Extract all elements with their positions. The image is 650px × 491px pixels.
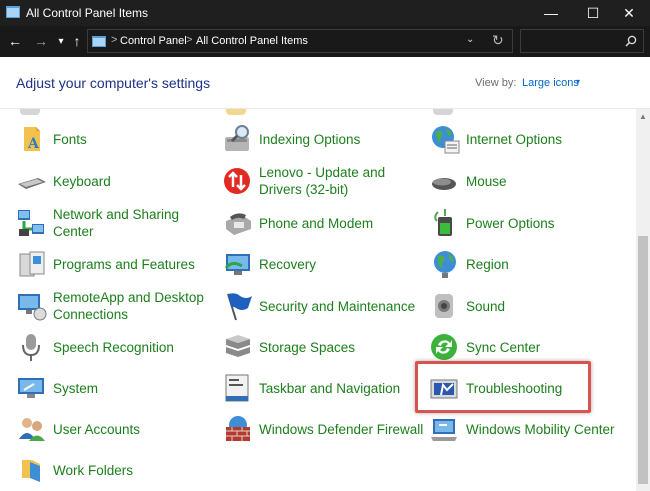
item-label: Mouse	[466, 173, 507, 189]
item-label: Recovery	[259, 256, 317, 272]
firewall-icon	[226, 416, 250, 441]
users-icon	[19, 418, 45, 441]
phone-icon	[226, 213, 251, 235]
item-label: RemoteApp and Desktop Connections	[53, 290, 204, 322]
svg-text:A: A	[27, 136, 40, 152]
close-button[interactable]: ✕	[608, 0, 650, 26]
storage-icon	[226, 335, 250, 357]
search-icon[interactable]	[625, 35, 637, 47]
search-input[interactable]	[525, 33, 621, 49]
address-dropdown-button[interactable]: ⌄	[466, 34, 474, 45]
control-panel-icon	[6, 6, 20, 18]
partial-item-icon	[433, 109, 453, 115]
minimize-button[interactable]: —	[530, 0, 572, 26]
item-label: Lenovo - Update and Drivers (32-bit)	[259, 165, 386, 197]
partial-item-icon	[20, 109, 40, 115]
up-button[interactable]: ↑	[68, 31, 86, 51]
breadcrumb-separator: >	[186, 34, 193, 46]
mouse-icon	[432, 178, 456, 190]
troubleshooting-highlight-box	[415, 361, 591, 413]
work-folders-icon	[22, 460, 40, 482]
item-label: Sound	[466, 298, 506, 314]
item-label: Fonts	[53, 131, 87, 147]
breadcrumb-control-panel[interactable]: Control Panel	[120, 35, 187, 47]
forward-button[interactable]: →	[32, 31, 50, 51]
scroll-up-icon[interactable]: ▲	[639, 112, 647, 121]
flag-icon	[227, 293, 252, 321]
recovery-icon	[224, 254, 250, 275]
item-label: Programs and Features	[53, 256, 195, 272]
address-toolbar: ← → ▾ ↑ > Control Panel > All Control Pa…	[0, 26, 650, 57]
view-by-dropdown[interactable]: Large icons	[522, 77, 579, 89]
keyboard-icon	[18, 178, 46, 189]
item-label: Keyboard	[53, 173, 111, 189]
item-label: User Accounts	[53, 421, 141, 437]
indexing-icon	[225, 125, 249, 151]
window-title: All Control Panel Items	[26, 6, 149, 20]
page-title: Adjust your computer's settings	[16, 75, 211, 91]
fonts-icon: A	[24, 127, 40, 152]
item-label: Network and Sharing Center	[53, 207, 180, 239]
item-label: Internet Options	[466, 131, 563, 147]
speaker-icon	[435, 294, 453, 318]
item-label: Region	[466, 256, 509, 272]
item-label: Speech Recognition	[53, 339, 174, 355]
system-icon	[18, 378, 44, 398]
sync-icon	[431, 334, 457, 360]
chevron-down-icon[interactable]: ▾	[576, 77, 580, 86]
item-label: Work Folders	[53, 462, 134, 478]
back-button[interactable]: ←	[6, 31, 24, 51]
breadcrumb-all-items[interactable]: All Control Panel Items	[196, 35, 308, 47]
taskbar-icon	[225, 374, 249, 402]
breadcrumb-separator: >	[111, 34, 118, 46]
globe-icon	[432, 126, 460, 154]
power-icon	[434, 209, 452, 236]
search-box[interactable]	[520, 29, 644, 53]
item-label: Indexing Options	[259, 131, 361, 147]
item-label: Security and Maintenance	[259, 298, 416, 314]
item-label: System	[53, 380, 99, 396]
partial-item-icon	[226, 109, 246, 115]
remoteapp-icon	[18, 294, 47, 321]
item-label: Windows Defender Firewall	[259, 421, 424, 437]
control-panel-icon	[92, 36, 106, 47]
item-label: Storage Spaces	[259, 339, 356, 355]
item-label: Phone and Modem	[259, 215, 374, 231]
refresh-button[interactable]: ↻	[492, 32, 504, 49]
view-by-label: View by:	[475, 77, 517, 89]
item-label: Windows Mobility Center	[466, 421, 615, 437]
item-label: Power Options	[466, 215, 555, 231]
lenovo-update-icon	[224, 168, 250, 194]
region-globe-icon	[434, 251, 456, 278]
item-label: Taskbar and Navigation	[259, 380, 401, 396]
items-grid: A Fonts Indexing Options Internet Option…	[0, 109, 636, 491]
programs-icon	[19, 251, 45, 277]
title-bar: All Control Panel Items — ☐ ✕	[0, 0, 650, 26]
network-icon	[18, 210, 44, 236]
microphone-icon	[22, 334, 40, 361]
mobility-icon	[431, 419, 457, 441]
vertical-scrollbar[interactable]: ▲	[636, 109, 650, 491]
page-header: Adjust your computer's settings View by:…	[0, 57, 650, 109]
address-bar[interactable]: > Control Panel > All Control Panel Item…	[87, 29, 513, 53]
scrollbar-thumb[interactable]	[638, 236, 648, 484]
